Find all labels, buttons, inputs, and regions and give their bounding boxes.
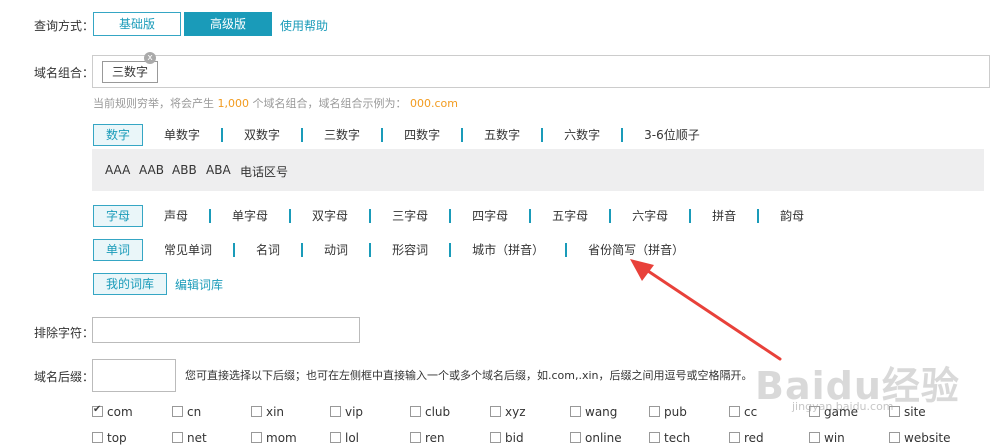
basic-mode-button[interactable]: 基础版: [93, 12, 181, 36]
option-double-digit[interactable]: 双数字: [223, 128, 304, 142]
option-finals[interactable]: 韵母: [759, 209, 825, 223]
option-single-letter[interactable]: 单字母: [211, 209, 292, 223]
tld-label-tech[interactable]: tech: [664, 431, 690, 445]
tld-label-pub[interactable]: pub: [664, 405, 687, 419]
letters-tab[interactable]: 字母: [93, 205, 144, 227]
suffix-input[interactable]: [92, 359, 176, 392]
hint-middle: 个域名组合，域名组合示例为：: [252, 97, 407, 110]
arrow-head: [630, 259, 654, 281]
digits-category-row: 数字 单数字 双数字 三数字 四数字 五数字 六数字 3-6位顺子: [93, 124, 721, 146]
option-triple-digit[interactable]: 三数字: [303, 128, 384, 142]
option-five-letter[interactable]: 五字母: [531, 209, 612, 223]
baidu-watermark-sub: jingyan.baidu.com: [792, 400, 894, 413]
tld-label-club[interactable]: club: [425, 405, 450, 419]
domain-combo-input[interactable]: 三数字 x: [92, 52, 990, 88]
option-triple-letter[interactable]: 三字母: [371, 209, 452, 223]
tld-label-lol[interactable]: lol: [345, 431, 359, 445]
tld-label-xin[interactable]: xin: [266, 405, 284, 419]
tld-label-bid[interactable]: bid: [505, 431, 524, 445]
option-four-letter[interactable]: 四字母: [451, 209, 532, 223]
tld-checkbox-com[interactable]: [92, 404, 103, 417]
letters-options: 声母 单字母 双字母 三字母 四字母 五字母 六字母 拼音 韵母: [143, 209, 825, 223]
remove-tag-icon[interactable]: x: [144, 52, 156, 64]
tld-label-online[interactable]: online: [585, 431, 622, 445]
edit-lexicon-link[interactable]: 编辑词库: [175, 276, 223, 293]
tld-checkbox-mom[interactable]: [251, 432, 262, 443]
query-mode-label: 查询方式：: [34, 19, 95, 33]
option-nouns[interactable]: 名词: [235, 243, 304, 257]
tld-checkbox-wang[interactable]: [570, 406, 581, 417]
tld-checkbox-vip[interactable]: [330, 406, 341, 417]
tld-label-ren[interactable]: ren: [425, 431, 445, 445]
pattern-aab[interactable]: AAB: [139, 163, 164, 177]
tld-checkbox-bid[interactable]: [490, 432, 501, 443]
words-category-row: 单词 常见单词 名词 动词 形容词 城市（拼音） 省份简写（拼音）: [93, 239, 705, 261]
tld-checkbox-ren[interactable]: [410, 432, 421, 443]
pattern-aaa[interactable]: AAA: [105, 163, 130, 177]
tld-checkbox-cc[interactable]: [729, 406, 740, 417]
annotation-arrow: [630, 259, 782, 361]
my-lexicon-button[interactable]: 我的词库: [93, 273, 168, 295]
option-six-digit[interactable]: 六数字: [543, 128, 624, 142]
tld-checkbox-win[interactable]: [809, 432, 820, 443]
suffix-label: 域名后缀：: [34, 370, 95, 384]
hint-example: 000.com: [410, 97, 458, 110]
pattern-abb[interactable]: ABB: [172, 163, 197, 177]
tld-checkbox-xyz[interactable]: [490, 406, 501, 417]
tld-label-com[interactable]: com: [107, 405, 133, 419]
tld-checkbox-red[interactable]: [729, 432, 740, 443]
hint-count: 1,000: [217, 97, 250, 110]
option-single-digit[interactable]: 单数字: [143, 128, 224, 142]
option-five-digit[interactable]: 五数字: [463, 128, 544, 142]
tld-label-cn[interactable]: cn: [187, 405, 201, 419]
option-verbs[interactable]: 动词: [303, 243, 372, 257]
pattern-panel: AAA AAB ABB ABA 电话区号: [92, 149, 984, 191]
tld-label-wang[interactable]: wang: [585, 405, 617, 419]
tld-label-red[interactable]: red: [744, 431, 764, 445]
tld-checkbox-top[interactable]: [92, 432, 103, 443]
tld-label-win[interactable]: win: [824, 431, 845, 445]
exclude-chars-label: 排除字符：: [34, 326, 95, 340]
pattern-area-code[interactable]: 电话区号: [240, 163, 288, 180]
hint-prefix: 当前规则穷举，将会产生: [93, 97, 214, 110]
option-six-letter[interactable]: 六字母: [611, 209, 692, 223]
tld-label-vip[interactable]: vip: [345, 405, 363, 419]
option-adjectives[interactable]: 形容词: [371, 243, 452, 257]
tld-checkbox-pub[interactable]: [649, 406, 660, 417]
tld-checkbox-club[interactable]: [410, 406, 421, 417]
digits-options: 单数字 双数字 三数字 四数字 五数字 六数字 3-6位顺子: [143, 128, 721, 142]
tld-checkbox-website[interactable]: [889, 432, 900, 443]
arrow-shaft: [640, 265, 782, 361]
option-sequence-digit[interactable]: 3-6位顺子: [623, 128, 721, 142]
tld-label-top[interactable]: top: [107, 431, 127, 445]
advanced-mode-button[interactable]: 高级版: [184, 12, 272, 36]
digits-tab[interactable]: 数字: [93, 124, 144, 146]
option-common-words[interactable]: 常见单词: [143, 243, 236, 257]
option-double-letter[interactable]: 双字母: [291, 209, 372, 223]
option-initials[interactable]: 声母: [143, 209, 212, 223]
option-four-digit[interactable]: 四数字: [383, 128, 464, 142]
tld-checkbox-cn[interactable]: [172, 406, 183, 417]
exclude-chars-input[interactable]: [92, 317, 360, 343]
lexicon-row: 我的词库 编辑词库: [93, 273, 223, 295]
combo-tag-label: 三数字: [112, 65, 149, 79]
tld-label-xyz[interactable]: xyz: [505, 405, 526, 419]
combo-tag: 三数字: [102, 61, 159, 83]
help-link[interactable]: 使用帮助: [280, 17, 328, 34]
tld-checkbox-net[interactable]: [172, 432, 183, 443]
tld-label-website[interactable]: website: [904, 431, 951, 445]
words-tab[interactable]: 单词: [93, 239, 144, 261]
tld-checkbox-online[interactable]: [570, 432, 581, 443]
tld-checkbox-lol[interactable]: [330, 432, 341, 443]
tld-checkbox-xin[interactable]: [251, 406, 262, 417]
option-pinyin[interactable]: 拼音: [691, 209, 760, 223]
domain-combo-label: 域名组合：: [34, 66, 95, 80]
letters-category-row: 字母 声母 单字母 双字母 三字母 四字母 五字母 六字母 拼音 韵母: [93, 205, 825, 227]
tld-label-net[interactable]: net: [187, 431, 207, 445]
option-cities-pinyin[interactable]: 城市（拼音）: [451, 243, 568, 257]
combo-hint: 当前规则穷举，将会产生 1,000 个域名组合，域名组合示例为： 000.com: [93, 95, 458, 111]
pattern-aba[interactable]: ABA: [206, 163, 231, 177]
tld-checkbox-tech[interactable]: [649, 432, 660, 443]
tld-label-mom[interactable]: mom: [266, 431, 297, 445]
